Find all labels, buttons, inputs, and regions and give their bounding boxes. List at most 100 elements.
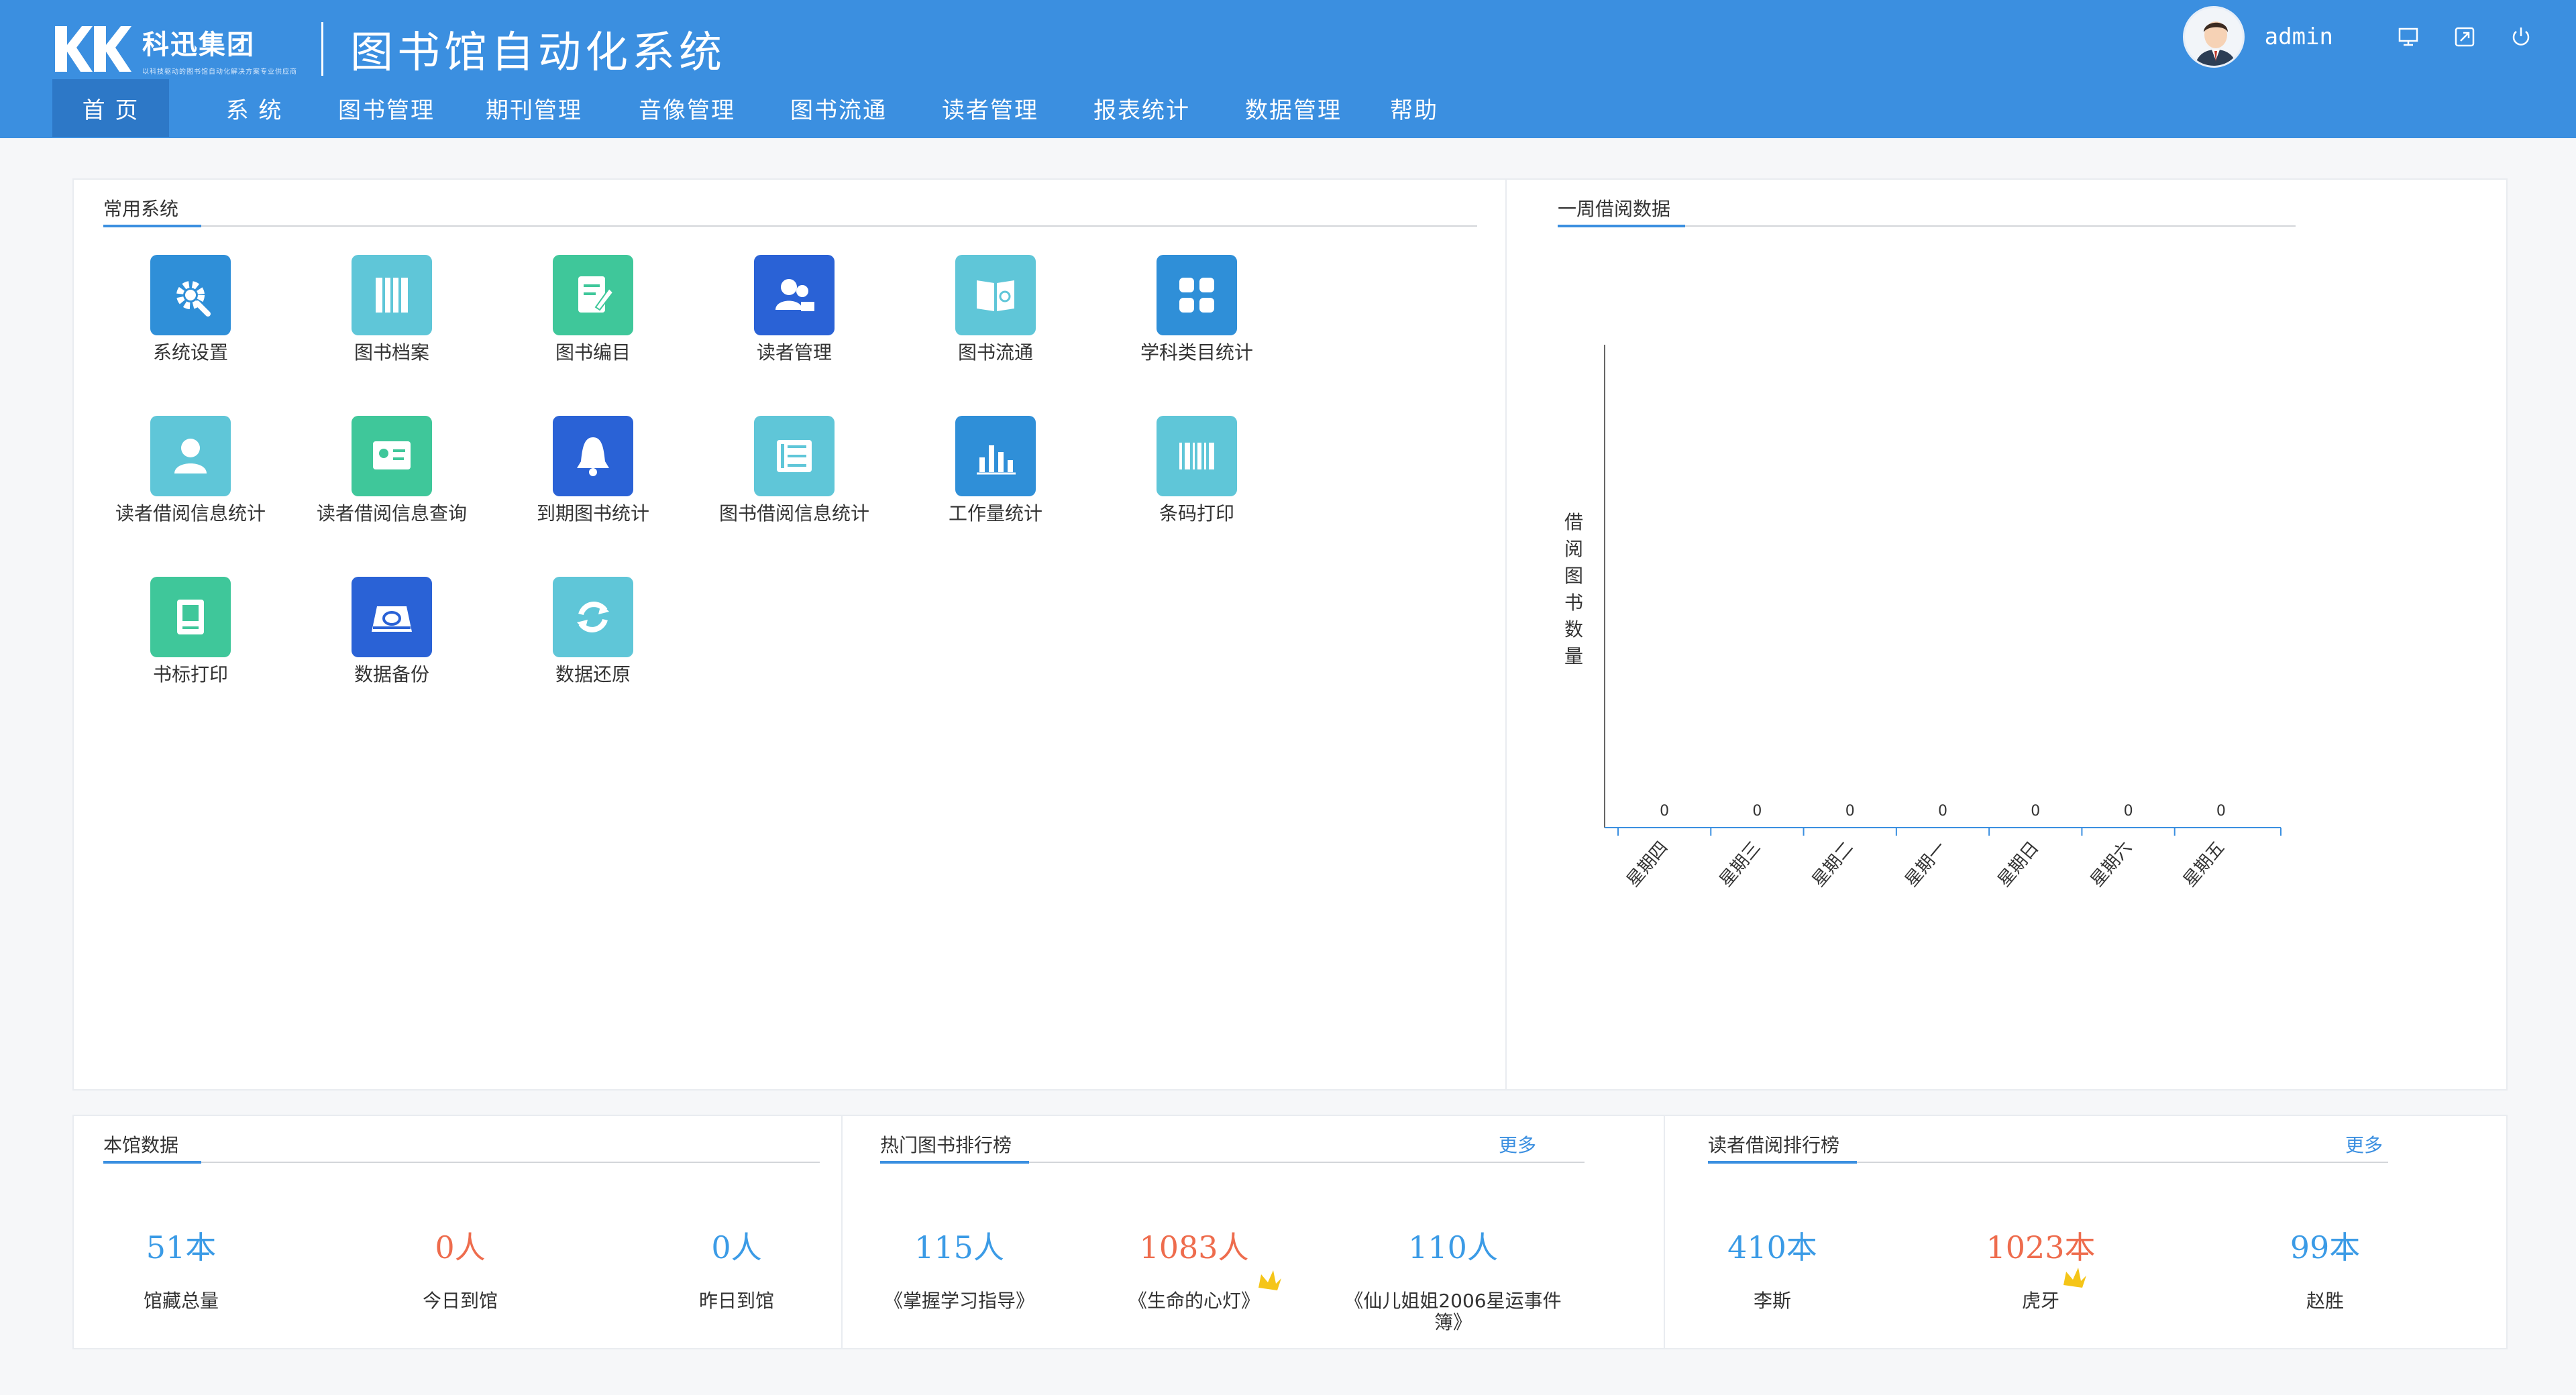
app-shortcut[interactable]: 读者借阅信息查询 (305, 416, 479, 526)
main-nav: 首 页 系 统 图书管理 期刊管理 音像管理 图书流通 读者管理 报表统计 数据… (52, 79, 1454, 137)
stat-label: 昨日到馆 (698, 1290, 774, 1312)
company-name: 科迅集团 (142, 29, 255, 60)
app-shortcut-label: 工作量统计 (948, 502, 1042, 524)
app-shortcut[interactable]: 读者管理 (707, 255, 881, 365)
app-shortcut-label: 书标打印 (152, 663, 228, 685)
book-label-icon (150, 577, 231, 657)
nav-book-management[interactable]: 图书管理 (326, 79, 447, 137)
app-shortcut[interactable]: 图书档案 (305, 255, 479, 365)
app-shortcut[interactable]: 学科类目统计 (1110, 255, 1284, 365)
x-tick-label: 星期三 (1716, 838, 1765, 891)
panel-title-underline (103, 225, 1477, 227)
logo-mark (52, 19, 133, 79)
app-shortcut-label: 数据还原 (555, 663, 631, 685)
app-shortcut[interactable]: 书标打印 (103, 577, 278, 687)
app-shortcut[interactable]: 条码打印 (1110, 416, 1284, 526)
gear-icon (150, 255, 231, 335)
top-readers-more-link[interactable]: 更多 (2345, 1131, 2383, 1158)
hot-books-more-link[interactable]: 更多 (1499, 1131, 1536, 1158)
hot-book-item[interactable]: 115人 《掌握学习指导》 (852, 1223, 1067, 1312)
stat-label: 馆藏总量 (143, 1290, 219, 1312)
nav-circulation[interactable]: 图书流通 (778, 79, 899, 137)
app-shortcut-label: 学科类目统计 (1140, 341, 1253, 364)
app-shortcut-label: 到期图书统计 (536, 502, 649, 524)
panel-title: 常用系统 (103, 198, 179, 220)
power-icon[interactable] (2506, 22, 2536, 52)
x-tick-label: 星期四 (1623, 838, 1672, 891)
nav-help[interactable]: 帮助 (1374, 79, 1454, 137)
data-label: 0 (2216, 803, 2226, 820)
nav-periodical-management[interactable]: 期刊管理 (474, 79, 594, 137)
disk-icon (352, 577, 432, 657)
edit-icon (553, 255, 633, 335)
data-label: 0 (1752, 803, 1762, 820)
hot-book-title: 《掌握学习指导》 (883, 1290, 1034, 1312)
app-shortcut[interactable]: 图书编目 (506, 255, 680, 365)
crown-icon (2059, 1265, 2089, 1297)
top-reader-item[interactable]: 410本 李斯 (1665, 1223, 1880, 1312)
app-title: 图书馆自动化系统 (350, 28, 726, 78)
company-tagline: 以科技驱动的图书馆自动化解决方案专业供应商 (142, 68, 297, 76)
bar-chart-icon (955, 416, 1036, 496)
app-shortcut[interactable]: 读者借阅信息统计 (103, 416, 278, 526)
nav-home[interactable]: 首 页 (52, 79, 169, 137)
stat-value: 0人 (711, 1229, 762, 1266)
app-shortcut[interactable]: 到期图书统计 (506, 416, 680, 526)
avatar[interactable] (2182, 6, 2245, 68)
app-shortcut[interactable]: 数据还原 (506, 577, 680, 687)
reader-count: 410本 (1727, 1229, 1817, 1266)
app-shortcut[interactable]: 图书流通 (908, 255, 1083, 365)
app-shortcut[interactable]: 系统设置 (103, 255, 278, 365)
nav-system[interactable]: 系 统 (196, 79, 313, 137)
username[interactable]: admin (2265, 23, 2333, 50)
panel-title: 本馆数据 (103, 1134, 179, 1156)
hot-book-title: 《仙儿姐姐2006星运事件簿》 (1344, 1290, 1562, 1333)
reader-count: 1023本 (1986, 1229, 2096, 1266)
id-card-icon (352, 416, 432, 496)
app-shortcut-label: 图书流通 (957, 341, 1033, 364)
app-shortcut-label: 读者借阅信息统计 (115, 502, 266, 524)
stat-yesterday-visits: 0人 昨日到馆 (629, 1223, 844, 1312)
list-icon (754, 416, 835, 496)
weekly-borrow-panel: 一周借阅数据 借阅图书数量 0 星期四 0 星期三 0 星期二 0 星期一 0 星期日 0 星期六 0 星期… (1505, 178, 2508, 1091)
data-label: 0 (1660, 803, 1669, 820)
app-shortcut-label: 图书借阅信息统计 (718, 502, 869, 524)
app-shortcut-label: 系统设置 (152, 341, 228, 364)
barcode-icon (1157, 416, 1237, 496)
app-shortcut-label: 条码打印 (1159, 502, 1234, 524)
y-axis-label: 借 (1564, 511, 1583, 533)
reader-name: 虎牙 (2021, 1290, 2059, 1312)
app-shortcut-label: 读者管理 (756, 341, 832, 364)
monitor-icon[interactable] (2394, 22, 2423, 52)
nav-reader-management[interactable]: 读者管理 (930, 79, 1051, 137)
fullscreen-icon[interactable] (2450, 22, 2479, 52)
top-reader-item[interactable]: 1023本 虎牙 (1933, 1223, 2148, 1312)
app-shortcut[interactable]: 图书借阅信息统计 (707, 416, 881, 526)
user-area: admin (2182, 6, 2536, 68)
users-icon (754, 255, 835, 335)
stat-today-visits: 0人 今日到馆 (353, 1223, 568, 1312)
hot-book-item[interactable]: 110人 《仙儿姐姐2006星运事件簿》 (1332, 1223, 1574, 1333)
reader-icon (150, 416, 231, 496)
top-readers-panel: 读者借阅排行榜 更多 410本 李斯 1023本 虎牙 99本 赵胜 (1664, 1115, 2508, 1349)
x-tick-label: 星期六 (2087, 838, 2136, 891)
app-shortcut[interactable]: 数据备份 (305, 577, 479, 687)
panel-title-underline (1708, 1161, 2388, 1164)
app-shortcut-label: 图书编目 (555, 341, 631, 364)
nav-data-management[interactable]: 数据管理 (1233, 79, 1354, 137)
bell-icon (553, 416, 633, 496)
common-systems-panel: 常用系统 系统设置 图书档案 图书编目 读者管理 图书流通 学科类目统计读者借阅信息统计 读… (72, 178, 1507, 1091)
nav-av-management[interactable]: 音像管理 (627, 79, 747, 137)
top-reader-item[interactable]: 99本 赵胜 (2218, 1223, 2432, 1312)
nav-reports[interactable]: 报表统计 (1081, 79, 1202, 137)
app-shortcut[interactable]: 工作量统计 (908, 416, 1083, 526)
x-tick-label: 星期一 (1901, 838, 1950, 891)
open-book-icon (955, 255, 1036, 335)
weekly-chart: 借阅图书数量 0 星期四 0 星期三 0 星期二 0 星期一 0 星期日 0 星期六 0 星期五 (1564, 345, 2282, 891)
y-axis-label: 阅 (1564, 538, 1583, 560)
crown-icon (1254, 1268, 1284, 1300)
panel-title: 热门图书排行榜 (880, 1134, 1012, 1156)
stat-value: 51本 (146, 1229, 217, 1266)
panel-title: 读者借阅排行榜 (1708, 1134, 1840, 1156)
data-label: 0 (2124, 803, 2133, 820)
